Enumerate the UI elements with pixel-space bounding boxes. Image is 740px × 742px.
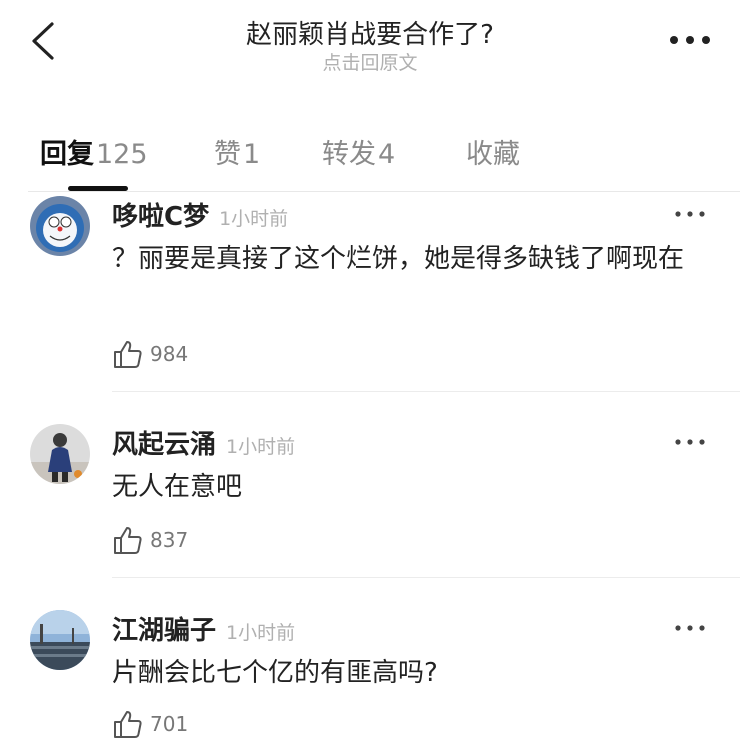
tab-favorites[interactable]: 收藏	[466, 132, 522, 171]
comment-item: 哆啦C梦 1小时前 ？丽要是真接了这个烂饼，她是得多缺钱了啊现在 984	[0, 192, 740, 392]
comment-username[interactable]: 江湖骗子 1小时前	[112, 610, 295, 647]
comment-divider	[112, 577, 740, 578]
more-dots-icon	[675, 625, 705, 631]
comment-more-button[interactable]	[674, 620, 706, 634]
top-nav-bar: 赵丽颖肖战要合作了? 点击回原文	[0, 0, 740, 90]
comment-text: 无人在意吧	[112, 472, 243, 502]
avatar-image	[30, 196, 90, 256]
like-count: 984	[150, 342, 189, 366]
avatar[interactable]	[30, 196, 90, 256]
tab-reposts[interactable]: 转发4	[322, 132, 395, 171]
comment-username[interactable]: 风起云涌 1小时前	[112, 424, 295, 461]
comment-text: ？丽要是真接了这个烂饼，她是得多缺钱了啊现在	[112, 244, 685, 274]
like-count: 701	[150, 712, 189, 736]
tab-count: 125	[96, 139, 148, 170]
page-title: 赵丽颖肖战要合作了?	[246, 20, 494, 50]
comment-username[interactable]: 哆啦C梦 1小时前	[112, 196, 288, 233]
tab-count: 1	[243, 139, 261, 170]
comment-time: 1小时前	[226, 622, 296, 644]
thumbs-up-icon	[114, 527, 142, 554]
comment-time: 1小时前	[226, 436, 296, 458]
username-text: 江湖骗子	[112, 616, 217, 646]
comment-item: 风起云涌 1小时前 无人在意吧 837	[0, 420, 740, 580]
like-button[interactable]: 984	[112, 338, 188, 372]
tab-label: 收藏	[466, 139, 520, 170]
username-text: 风起云涌	[112, 430, 217, 460]
comment-more-button[interactable]	[674, 206, 706, 220]
avatar[interactable]	[30, 424, 90, 484]
comment-time: 1小时前	[219, 208, 289, 230]
more-dots-icon	[670, 36, 710, 44]
more-options-button[interactable]	[666, 26, 714, 54]
like-button[interactable]: 701	[112, 708, 188, 742]
tab-likes[interactable]: 赞1	[214, 132, 260, 171]
more-dots-icon	[675, 211, 705, 217]
comment-more-button[interactable]	[674, 434, 706, 448]
tab-bar: 回复125 赞1 转发4 收藏	[0, 120, 740, 192]
tab-count: 4	[378, 139, 396, 170]
like-count: 837	[150, 528, 189, 552]
like-button[interactable]: 837	[112, 524, 188, 558]
username-text: 哆啦C梦	[112, 202, 210, 232]
thumbs-up-icon	[114, 711, 142, 738]
comment-text: 片酬会比七个亿的有匪高吗?	[112, 658, 438, 688]
comment-divider	[112, 391, 740, 392]
thumbs-up-icon	[114, 341, 142, 368]
avatar[interactable]	[30, 610, 90, 670]
comment-item: 江湖骗子 1小时前 片酬会比七个亿的有匪高吗? 701	[0, 606, 740, 738]
avatar-image	[30, 424, 90, 484]
tab-replies[interactable]: 回复125	[40, 132, 148, 171]
avatar-image	[30, 610, 90, 670]
more-dots-icon	[675, 439, 705, 445]
tab-label: 回复	[40, 139, 94, 170]
tab-label: 转发	[322, 139, 376, 170]
tab-label: 赞	[214, 139, 241, 170]
back-to-original-link[interactable]: 点击回原文	[0, 48, 740, 75]
